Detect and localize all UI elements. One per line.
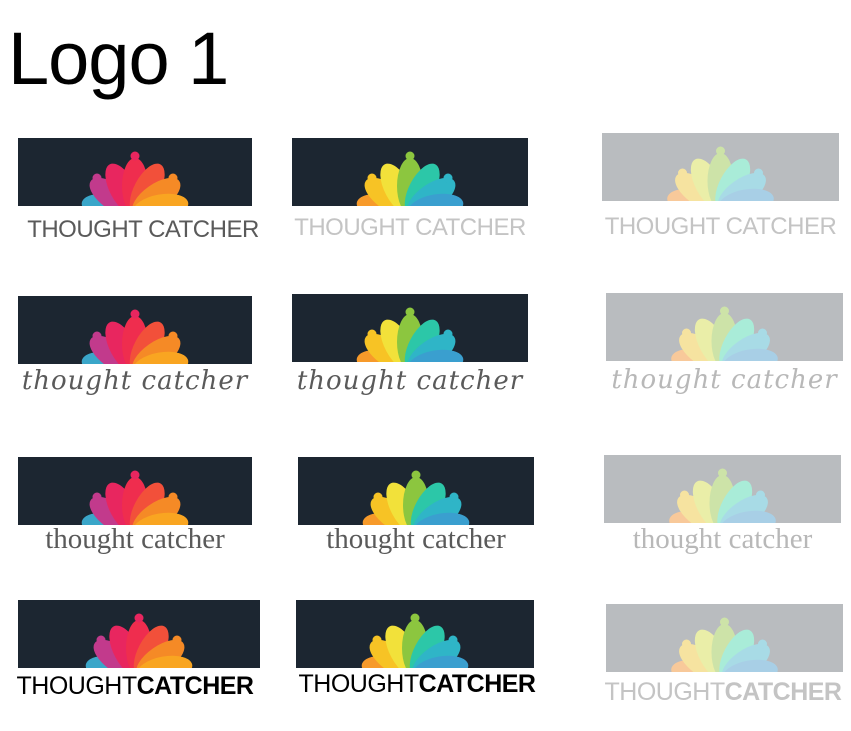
wordmark-text: THOUGHTCATCHER	[8, 672, 262, 701]
lotus-icon	[18, 457, 252, 525]
logo-banner	[292, 138, 528, 206]
lotus-icon	[602, 133, 839, 201]
wordmark-bold: CATCHER	[418, 670, 536, 698]
logo-variant-bold-warm[interactable]: THOUGHTCATCHER	[8, 600, 262, 710]
lotus-icon	[298, 457, 534, 525]
logo-variant-script-cool[interactable]: thought catcher	[292, 294, 542, 404]
logo-banner	[606, 293, 843, 361]
logo-banner	[18, 457, 252, 525]
lotus-icon	[604, 455, 841, 523]
lotus-icon	[292, 294, 528, 362]
logo-banner	[292, 294, 528, 362]
wordmark-bold: CATCHER	[136, 672, 254, 700]
logo-variant-script-faded[interactable]: thought catcher	[606, 293, 851, 403]
logo-banner	[18, 138, 252, 206]
logo-variant-sans-faded[interactable]: THOUGHT CATCHER	[602, 133, 851, 243]
logo-banner	[296, 600, 534, 668]
lotus-icon	[606, 293, 843, 361]
wordmark-text: THOUGHT CATCHER	[604, 213, 837, 240]
lotus-icon	[18, 138, 252, 206]
wordmark-text: THOUGHT CATCHER	[294, 214, 526, 241]
logo-variant-bold-cool[interactable]: THOUGHTCATCHER	[290, 600, 544, 710]
lotus-icon	[296, 600, 534, 668]
lotus-icon	[606, 604, 843, 672]
lotus-icon	[18, 296, 252, 364]
logo-banner	[18, 600, 260, 668]
logo-variant-serif-cool[interactable]: thought catcher	[298, 457, 548, 567]
logo-banner	[606, 604, 843, 672]
wordmark-text: thought catcher	[632, 523, 813, 555]
logo-variant-serif-faded[interactable]: thought catcher	[604, 455, 851, 565]
logo-banner	[602, 133, 839, 201]
wordmark-light: THOUGHT	[298, 670, 420, 698]
wordmark-text: thought catcher	[611, 365, 838, 395]
wordmark-text: thought catcher	[21, 366, 249, 396]
wordmark-text: thought catcher	[326, 523, 506, 555]
wordmark-light: THOUGHT	[16, 672, 138, 700]
wordmark-bold: CATCHER	[724, 678, 842, 706]
lotus-icon	[18, 600, 260, 668]
wordmark-text: THOUGHTCATCHER	[596, 678, 850, 707]
logo-variant-sans-warm[interactable]: THOUGHT CATCHER	[18, 138, 268, 248]
logo-variant-bold-faded[interactable]: THOUGHTCATCHER	[596, 604, 850, 714]
logo-variant-script-warm[interactable]: thought catcher	[18, 296, 268, 406]
wordmark-light: THOUGHT	[604, 678, 726, 706]
logo-variant-sans-cool[interactable]: THOUGHT CATCHER	[292, 138, 542, 248]
wordmark-text: THOUGHT CATCHER	[27, 216, 259, 243]
logo-variant-serif-warm[interactable]: thought catcher	[18, 457, 268, 567]
wordmark-text: thought catcher	[45, 523, 225, 555]
logo-banner	[604, 455, 841, 523]
wordmark-text: thought catcher	[296, 366, 524, 396]
logo-banner	[18, 296, 252, 364]
page-title: Logo 1	[8, 17, 229, 100]
wordmark-text: THOUGHTCATCHER	[290, 670, 544, 699]
logo-banner	[298, 457, 534, 525]
lotus-icon	[292, 138, 528, 206]
